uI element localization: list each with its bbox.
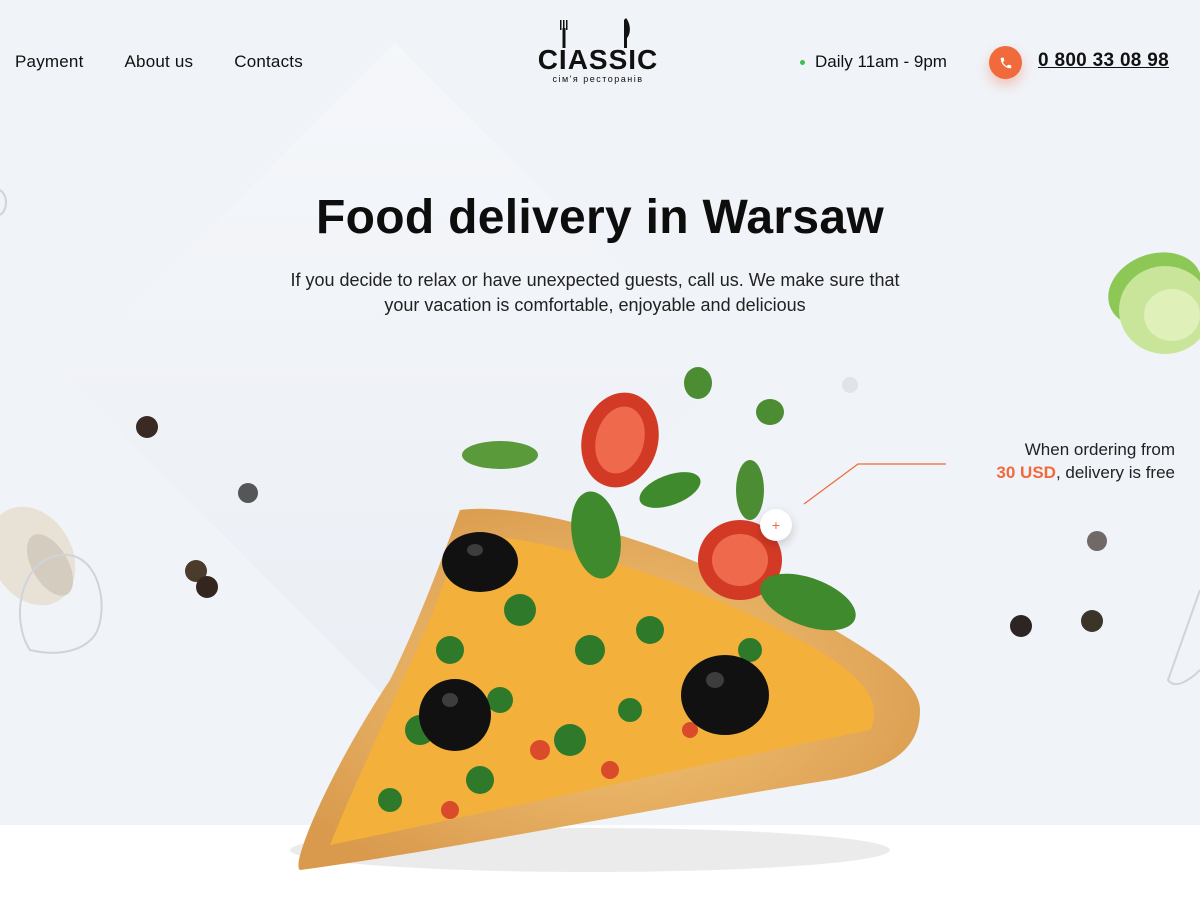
peppercorn: [1081, 610, 1103, 632]
opening-hours: Daily 11am - 9pm: [800, 52, 947, 72]
pizza-slice-image: [290, 367, 920, 872]
logo-wordmark: CIASSIC: [537, 44, 659, 75]
peppercorn: [136, 416, 158, 438]
nav-contacts[interactable]: Contacts: [234, 52, 303, 72]
hero-subtitle: If you decide to relax or have unexpecte…: [290, 270, 900, 315]
ingredient-plus-button[interactable]: +: [760, 509, 792, 541]
pizza-outline: [1166, 589, 1200, 686]
phone-icon: [1000, 57, 1011, 68]
free-delivery-note: When ordering from 30 USD, delivery is f…: [960, 438, 1175, 484]
main-nav: Payment About us Contacts: [15, 52, 303, 72]
cucumber-slice-core: [1144, 289, 1200, 341]
promo-amount: 30 USD: [996, 463, 1056, 482]
peppercorn: [1010, 615, 1032, 637]
hero-title: Food delivery in Warsaw: [316, 191, 884, 244]
logo-tagline: сім'я ресторанів: [552, 74, 644, 84]
plus-icon: +: [771, 517, 781, 533]
phone-button[interactable]: [989, 46, 1022, 79]
peppercorn: [196, 576, 218, 598]
callout-line: [803, 463, 946, 505]
nav-payment[interactable]: Payment: [15, 52, 84, 72]
promo-prefix: When ordering from: [1024, 440, 1175, 459]
logo[interactable]: CIASSIC сім'я ресторанів: [536, 18, 660, 88]
peppercorn: [1087, 531, 1107, 551]
opening-hours-text: Daily 11am - 9pm: [815, 52, 947, 71]
nav-about-us[interactable]: About us: [125, 52, 194, 72]
peppercorn: [238, 483, 258, 503]
phone-number-link[interactable]: 0 800 33 08 98: [1038, 50, 1169, 72]
promo-suffix: , delivery is free: [1055, 463, 1175, 482]
status-dot: [800, 59, 805, 65]
